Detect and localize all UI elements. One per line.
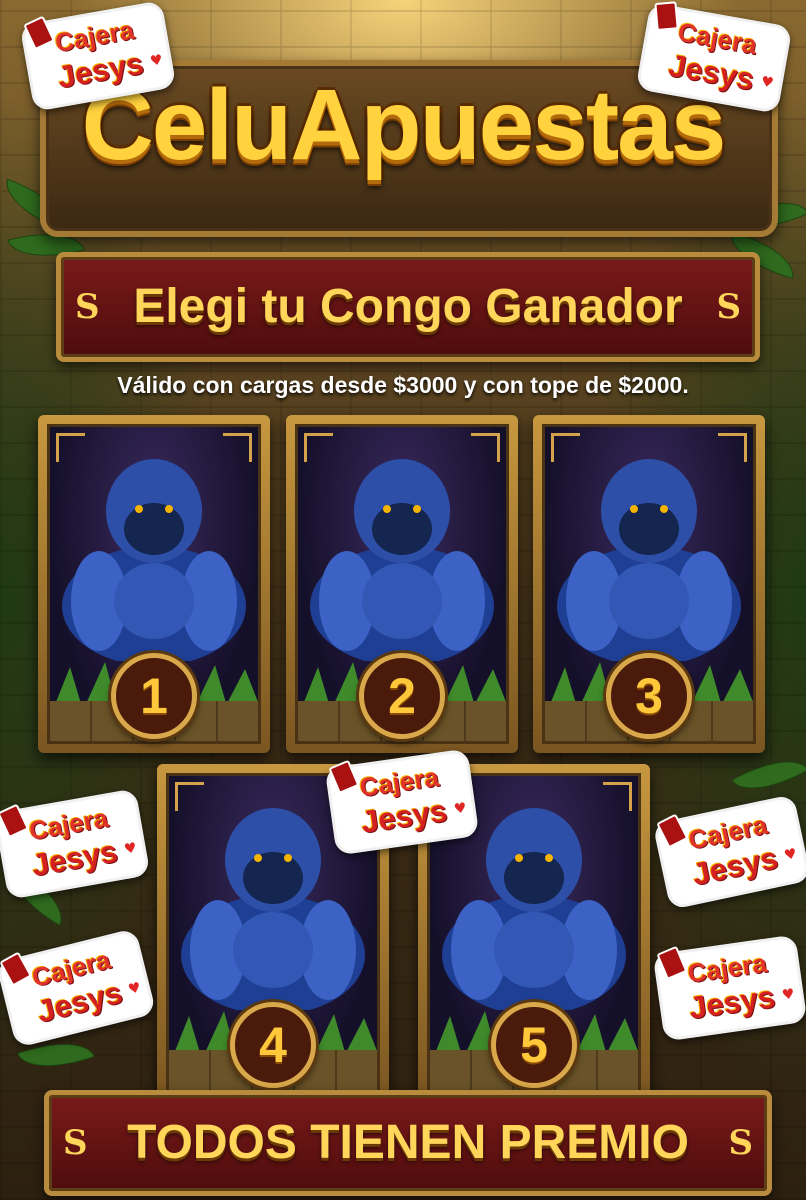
prize-heading: TODOS TIENEN PREMIO <box>127 1116 689 1169</box>
prize-banner: S TODOS TIENEN PREMIO S <box>44 1090 772 1196</box>
heart-icon: ♥ <box>122 839 139 858</box>
gorilla-icon <box>310 459 494 661</box>
gorilla-card-1[interactable]: 1 <box>38 415 270 753</box>
gorilla-icon <box>557 459 741 661</box>
banner-heading: Elegi tu Congo Ganador <box>133 280 683 333</box>
card-number-badge: 5 <box>491 1002 577 1088</box>
card-number-badge: 3 <box>606 653 692 739</box>
heart-icon: ♥ <box>148 51 165 70</box>
card-number-badge: 4 <box>230 1002 316 1088</box>
gorilla-icon <box>62 459 246 661</box>
heart-icon: ♥ <box>452 800 468 818</box>
heart-icon: ♥ <box>780 986 796 1004</box>
validity-note: Válido con cargas desde $3000 y con tope… <box>117 372 689 398</box>
gorilla-card-3[interactable]: 3 <box>533 415 765 753</box>
card-number-badge: 2 <box>359 653 445 739</box>
gorilla-card-2[interactable]: 2 <box>286 415 518 753</box>
scroll-ornament-icon: S <box>716 287 741 327</box>
choose-banner: S Elegi tu Congo Ganador S <box>56 252 760 362</box>
scroll-ornament-icon: S <box>728 1123 753 1163</box>
card-number-badge: 1 <box>111 653 197 739</box>
